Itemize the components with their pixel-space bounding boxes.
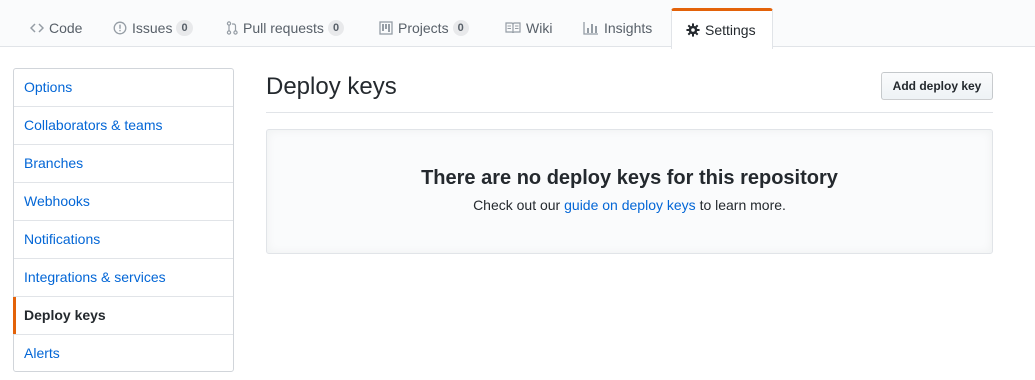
pull-request-icon [226,21,238,35]
graph-icon [583,21,599,35]
tab-wiki[interactable]: Wiki [491,8,566,48]
tab-issues-label: Issues [132,20,173,36]
repo-nav: Code Issues 0 Pull requests 0 Projects 0… [0,0,1035,49]
settings-menu: Options Collaborators & teams Branches W… [13,68,234,372]
tab-wiki-label: Wiki [526,20,553,36]
tab-projects[interactable]: Projects 0 [365,8,483,48]
sidebar-item-branches[interactable]: Branches [14,145,233,183]
projects-count: 0 [452,20,469,36]
sidebar-item-alerts[interactable]: Alerts [14,335,233,373]
sidebar-item-deploy-keys[interactable]: Deploy keys [13,297,233,335]
page-title: Deploy keys [266,73,397,100]
tab-pull-requests[interactable]: Pull requests 0 [212,8,358,48]
sidebar-item-webhooks[interactable]: Webhooks [14,183,233,221]
tab-code[interactable]: Code [16,8,96,48]
tab-settings-label: Settings [705,22,756,38]
tab-pull-requests-label: Pull requests [243,20,324,36]
sidebar-item-integrations-services[interactable]: Integrations & services [14,259,233,297]
pull-requests-count: 0 [327,20,345,36]
blankslate-text-before: Check out our [473,197,561,213]
project-icon [379,21,393,35]
code-icon [30,21,44,35]
book-icon [505,21,521,35]
tab-insights[interactable]: Insights [569,8,666,48]
tab-insights-label: Insights [604,20,653,36]
gear-icon [686,23,700,37]
tab-settings[interactable]: Settings [671,8,773,49]
issue-icon [113,21,127,35]
sidebar-item-options[interactable]: Options [14,69,233,107]
blankslate-text-after: to learn more. [699,197,786,213]
issues-count: 0 [176,20,193,36]
blankslate-text: Check out our guide on deploy keys to le… [267,195,992,215]
blankslate: There are no deploy keys for this reposi… [266,129,993,254]
tab-projects-label: Projects [398,20,449,36]
tab-code-label: Code [49,20,83,36]
blankslate-title: There are no deploy keys for this reposi… [421,167,838,189]
tab-issues[interactable]: Issues 0 [99,8,207,48]
sidebar-item-collaborators-teams[interactable]: Collaborators & teams [14,107,233,145]
guide-deploy-keys-link[interactable]: guide on deploy keys [564,197,696,213]
add-deploy-key-button[interactable]: Add deploy key [881,72,993,100]
sidebar-item-notifications[interactable]: Notifications [14,221,233,259]
